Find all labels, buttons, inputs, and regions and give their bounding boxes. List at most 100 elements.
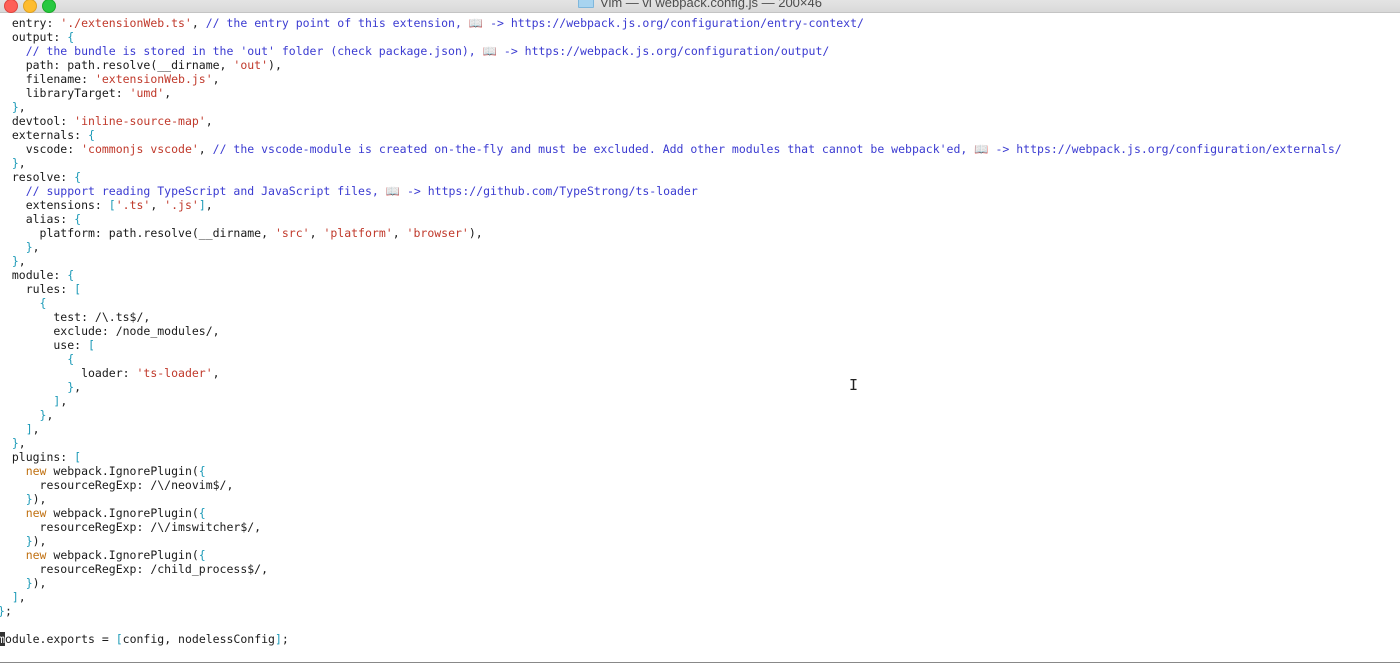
code-token: test: /\.ts$/, — [0, 310, 151, 324]
code-token: } — [0, 380, 75, 394]
code-token: 'browser' — [406, 226, 469, 240]
code-line[interactable]: new webpack.IgnorePlugin({ — [0, 464, 206, 478]
code-line[interactable]: }), — [0, 576, 47, 590]
code-token: use: — [0, 338, 89, 352]
code-token: output: — [0, 30, 68, 44]
code-token: '.ts' — [115, 198, 151, 212]
code-line[interactable]: alias: { — [0, 212, 81, 226]
code-line[interactable]: test: /\.ts$/, — [0, 310, 150, 324]
code-token: { — [198, 548, 206, 562]
code-token: } — [0, 408, 47, 422]
code-line[interactable]: module: { — [0, 268, 74, 282]
code-token: ), — [32, 492, 47, 506]
window-title: Vim — vi webpack.config.js — 200×46 — [0, 0, 1400, 10]
window-title-text: Vim — vi webpack.config.js — 200×46 — [600, 0, 822, 10]
code-token: { — [198, 506, 206, 520]
code-token: , — [392, 226, 407, 240]
code-line[interactable]: resourceRegExp: /child_process$/, — [0, 562, 269, 576]
code-token: libraryTarget: — [0, 86, 130, 100]
code-line[interactable]: ], — [0, 422, 40, 436]
code-line[interactable]: }, — [0, 254, 26, 268]
code-line[interactable]: exclude: /node_modules/, — [0, 324, 219, 338]
code-token: ] — [274, 632, 282, 646]
code-token: path: path.resolve(__dirname, — [0, 58, 234, 72]
code-token: // the entry point of this extension, 📖 … — [205, 16, 864, 30]
code-line[interactable]: }, — [0, 156, 26, 170]
code-line[interactable]: rules: [ — [0, 282, 81, 296]
vim-editor[interactable]: entry: './extensionWeb.ts', // the entry… — [0, 16, 1400, 667]
code-token: , — [191, 16, 206, 30]
code-token: ), — [32, 534, 47, 548]
code-token: // the bundle is stored in the 'out' fol… — [0, 44, 830, 58]
code-token: platform: path.resolve(__dirname, — [0, 226, 275, 240]
code-line[interactable]: devtool: 'inline-source-map', — [0, 114, 213, 128]
code-line[interactable]: ], — [0, 394, 67, 408]
title-bar[interactable]: Vim — vi webpack.config.js — 200×46 — [0, 0, 1400, 13]
code-token: } — [0, 436, 19, 450]
code-token: '.js' — [164, 198, 199, 212]
code-token: , — [205, 198, 213, 212]
code-token: , — [18, 254, 26, 268]
code-line[interactable]: }, — [0, 100, 26, 114]
vim-status-line — [0, 662, 1400, 667]
code-line[interactable]: path: path.resolve(__dirname, 'out'), — [0, 58, 282, 72]
code-token: ), — [468, 226, 483, 240]
code-line[interactable]: { — [0, 296, 47, 310]
code-token: // the vscode-module is created on-the-f… — [212, 142, 1342, 156]
code-line[interactable]: loader: 'ts-loader', — [0, 366, 220, 380]
code-line[interactable]: new webpack.IgnorePlugin({ — [0, 548, 206, 562]
code-line[interactable]: }, — [0, 408, 54, 422]
code-line[interactable]: }, — [0, 380, 81, 394]
code-token: externals: — [0, 128, 89, 142]
code-line[interactable]: filename: 'extensionWeb.js', — [0, 72, 220, 86]
code-token: } — [0, 534, 33, 548]
code-token: } — [0, 576, 33, 590]
code-line[interactable]: use: [ — [0, 338, 95, 352]
code-line[interactable]: vscode: 'commonjs vscode', // the vscode… — [0, 142, 1342, 156]
code-token: , — [32, 422, 40, 436]
code-token: , — [32, 240, 40, 254]
terminal-window: Vim — vi webpack.config.js — 200×46 entr… — [0, 0, 1400, 667]
code-line[interactable]: // support reading TypeScript and JavaSc… — [0, 184, 698, 198]
code-token: 'out' — [233, 58, 269, 72]
code-line[interactable]: ], — [0, 590, 26, 604]
code-token: , — [18, 436, 26, 450]
code-token: } — [0, 100, 19, 114]
code-token: ), — [32, 576, 47, 590]
code-line[interactable]: }), — [0, 492, 47, 506]
code-token: { — [67, 30, 75, 44]
code-line[interactable]: }; — [0, 604, 12, 618]
code-token: resourceRegExp: /\/neovim$/, — [0, 478, 234, 492]
code-line[interactable]: plugins: [ — [0, 450, 81, 464]
code-token: 'umd' — [129, 86, 165, 100]
code-line[interactable]: libraryTarget: 'umd', — [0, 86, 171, 100]
code-token: { — [0, 296, 47, 310]
code-line[interactable]: resourceRegExp: /\/neovim$/, — [0, 478, 234, 492]
code-line[interactable]: }, — [0, 240, 40, 254]
code-token: , — [164, 86, 172, 100]
code-line[interactable]: // the bundle is stored in the 'out' fol… — [0, 44, 830, 58]
code-line[interactable]: extensions: ['.ts', '.js'], — [0, 198, 213, 212]
code-line[interactable]: entry: './extensionWeb.ts', // the entry… — [0, 16, 864, 30]
code-line[interactable]: output: { — [0, 30, 74, 44]
code-line[interactable]: module.exports = [config, nodelessConfig… — [0, 632, 289, 646]
code-token: 'inline-source-map' — [74, 114, 206, 128]
code-token: resourceRegExp: /child_process$/, — [0, 562, 269, 576]
code-token: vscode: — [0, 142, 82, 156]
code-line[interactable]: externals: { — [0, 128, 95, 142]
code-token: [ — [74, 282, 82, 296]
code-line[interactable]: new webpack.IgnorePlugin({ — [0, 506, 206, 520]
code-line[interactable]: platform: path.resolve(__dirname, 'src',… — [0, 226, 483, 240]
code-line[interactable]: }), — [0, 534, 47, 548]
code-line[interactable]: resourceRegExp: /\/imswitcher$/, — [0, 520, 262, 534]
code-token: { — [88, 128, 95, 142]
code-token: [ — [74, 450, 82, 464]
code-token: 'commonjs vscode' — [81, 142, 199, 156]
code-token: // support reading TypeScript and JavaSc… — [0, 184, 698, 198]
code-token: resolve: — [0, 170, 75, 184]
code-token: filename: — [0, 72, 95, 86]
code-line[interactable]: resolve: { — [0, 170, 81, 184]
code-line[interactable]: { — [0, 352, 74, 366]
code-line[interactable]: }, — [0, 436, 26, 450]
code-token: loader: — [0, 366, 137, 380]
